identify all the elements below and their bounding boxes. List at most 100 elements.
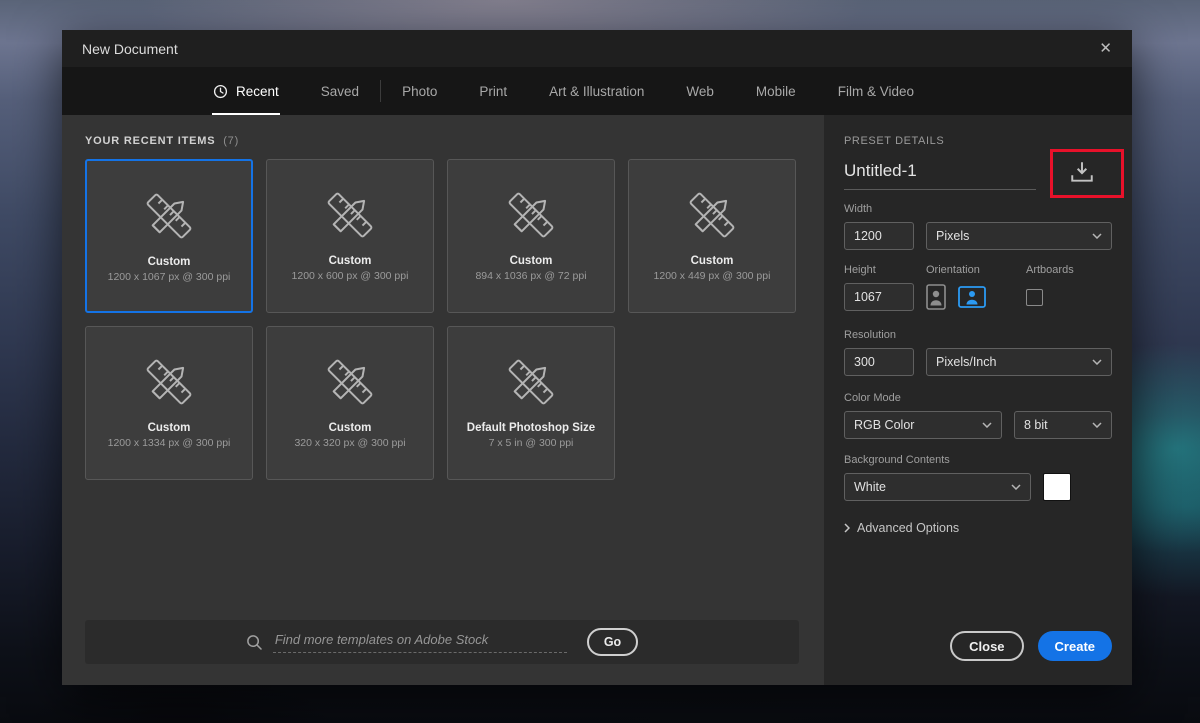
width-unit-value: Pixels [936,229,969,243]
resolution-input[interactable] [844,348,914,376]
advanced-options-toggle[interactable]: Advanced Options [844,521,1112,535]
tab-label: Art & Illustration [549,84,644,99]
tab-label: Film & Video [838,84,914,99]
chevron-down-icon [982,422,992,428]
tab-photo[interactable]: Photo [381,67,458,115]
template-icon [502,186,560,244]
width-input[interactable] [844,222,914,250]
template-card-6[interactable]: Default Photoshop Size 7 x 5 in @ 300 pp… [447,326,615,480]
tab-film-video[interactable]: Film & Video [817,67,935,115]
recent-items-count: (7) [223,135,239,147]
recent-items-panel: YOUR RECENT ITEMS (7) Custom 1200 x 1067… [62,115,824,685]
tab-saved[interactable]: Saved [300,67,380,115]
template-name: Custom [504,255,559,267]
template-name: Custom [142,422,197,434]
tab-label: Recent [236,84,279,99]
preset-details-panel: PRESET DETAILS Untitled-1 Width Pixels [824,115,1132,685]
template-icon [502,353,560,411]
template-icon [321,353,379,411]
template-card-1[interactable]: Custom 1200 x 600 px @ 300 ppi [266,159,434,313]
portrait-icon [926,284,946,310]
chevron-right-icon [844,523,850,533]
tab-label: Print [479,84,507,99]
tab-print[interactable]: Print [458,67,528,115]
template-grid: Custom 1200 x 1067 px @ 300 ppi Custom 1… [85,159,824,480]
template-icon [140,353,198,411]
template-name: Custom [323,422,378,434]
dialog-actions: Close Create [950,631,1112,661]
color-mode-select[interactable]: RGB Color [844,411,1002,439]
chevron-down-icon [1011,484,1021,490]
landscape-icon [958,286,986,308]
tab-art-illustration[interactable]: Art & Illustration [528,67,665,115]
chevron-down-icon [1092,359,1102,365]
height-orientation-row: Height Orientation [844,264,1112,311]
stock-search-bar: Go [85,620,799,664]
background-contents-value: White [854,480,886,494]
advanced-options-label: Advanced Options [857,521,959,535]
tab-mobile[interactable]: Mobile [735,67,817,115]
background-color-swatch[interactable] [1043,473,1071,501]
background-contents-select[interactable]: White [844,473,1031,501]
orientation-landscape-button[interactable] [958,286,986,308]
dialog-title: New Document [82,41,178,57]
template-icon [683,186,741,244]
close-button[interactable]: Close [950,631,1023,661]
document-name-field[interactable]: Untitled-1 [844,161,1036,190]
resolution-unit-value: Pixels/Inch [936,355,996,369]
template-name: Custom [323,255,378,267]
height-input[interactable] [844,283,914,311]
width-label: Width [844,203,1112,215]
template-dims: 1200 x 449 px @ 300 ppi [654,270,771,282]
resolution-label: Resolution [844,329,1112,341]
orientation-portrait-button[interactable] [926,284,946,310]
height-label: Height [844,264,926,276]
stock-search-input[interactable] [273,632,567,653]
artboards-label: Artboards [1026,264,1112,276]
dialog-titlebar: New Document ✕ [62,30,1132,67]
background-contents-label: Background Contents [844,454,1112,466]
template-card-5[interactable]: Custom 320 x 320 px @ 300 ppi [266,326,434,480]
template-dims: 320 x 320 px @ 300 ppi [294,437,405,449]
document-name-row: Untitled-1 [844,160,1112,190]
template-name: Custom [142,256,197,268]
template-icon [321,186,379,244]
template-dims: 7 x 5 in @ 300 ppi [489,437,574,449]
template-card-2[interactable]: Custom 894 x 1036 px @ 72 ppi [447,159,615,313]
template-dims: 1200 x 600 px @ 300 ppi [292,270,409,282]
tab-web[interactable]: Web [665,67,735,115]
create-button[interactable]: Create [1038,631,1112,661]
template-dims: 1200 x 1334 px @ 300 ppi [108,437,231,449]
template-card-3[interactable]: Custom 1200 x 449 px @ 300 ppi [628,159,796,313]
bit-depth-select[interactable]: 8 bit [1014,411,1112,439]
tab-recent[interactable]: Recent [192,67,300,115]
preset-details-heading: PRESET DETAILS [844,135,1112,147]
tab-label: Photo [402,84,437,99]
chevron-down-icon [1092,422,1102,428]
template-dims: 894 x 1036 px @ 72 ppi [475,270,586,282]
clock-icon [213,84,228,99]
go-button[interactable]: Go [587,628,638,656]
template-card-0[interactable]: Custom 1200 x 1067 px @ 300 ppi [85,159,253,313]
template-icon [140,187,198,245]
width-unit-select[interactable]: Pixels [926,222,1112,250]
tab-label: Web [686,84,714,99]
resolution-unit-select[interactable]: Pixels/Inch [926,348,1112,376]
bit-depth-value: 8 bit [1024,418,1048,432]
recent-items-heading: YOUR RECENT ITEMS (7) [85,135,824,147]
color-mode-label: Color Mode [844,392,1112,404]
color-mode-value: RGB Color [854,418,914,432]
save-preset-icon [1069,160,1095,184]
close-icon[interactable]: ✕ [1099,41,1112,56]
search-icon [246,634,263,651]
category-tabs: Recent Saved Photo Print Art & Illustrat… [62,67,1132,115]
new-document-dialog: New Document ✕ Recent Saved Photo Print … [62,30,1132,685]
chevron-down-icon [1092,233,1102,239]
recent-items-title: YOUR RECENT ITEMS [85,135,215,147]
save-preset-button[interactable] [1052,160,1112,190]
tab-label: Saved [321,84,359,99]
template-name: Default Photoshop Size [461,422,601,434]
template-card-4[interactable]: Custom 1200 x 1334 px @ 300 ppi [85,326,253,480]
orientation-label: Orientation [926,264,1026,276]
artboards-checkbox[interactable] [1026,289,1043,306]
